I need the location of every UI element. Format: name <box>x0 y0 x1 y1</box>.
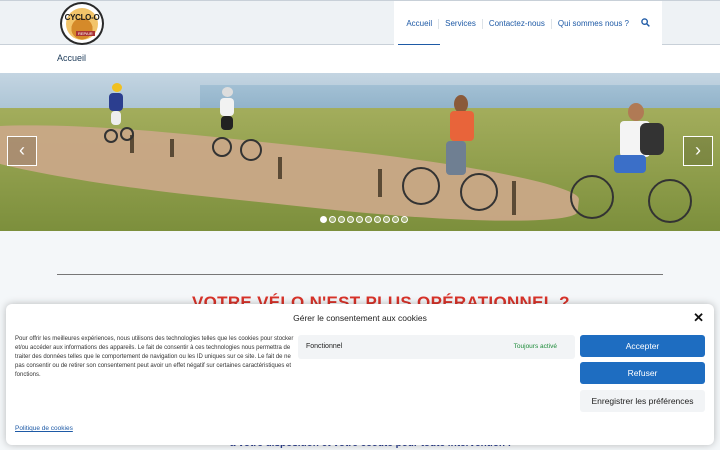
chevron-right-icon: › <box>695 140 701 160</box>
fence-post <box>512 181 516 215</box>
slider-dot[interactable] <box>338 216 345 223</box>
main-nav: Accueil Services Contactez-nous Qui somm… <box>394 1 662 46</box>
slider-dot[interactable] <box>329 216 336 223</box>
slider-dot[interactable] <box>356 216 363 223</box>
hero-slider <box>0 73 720 231</box>
slider-dot[interactable] <box>392 216 399 223</box>
breadcrumb: Accueil <box>57 53 87 63</box>
accept-button[interactable]: Accepter <box>580 335 705 357</box>
cookie-category-functional[interactable]: Fonctionnel Toujours activé <box>298 335 575 359</box>
nav-item-accueil[interactable]: Accueil <box>398 18 440 46</box>
slider-dot[interactable] <box>374 216 381 223</box>
nav-item-about[interactable]: Qui sommes nous ? <box>552 19 635 29</box>
refuse-button[interactable]: Refuser <box>580 362 705 384</box>
cookie-title: Gérer le consentement aux cookies <box>293 313 427 323</box>
close-icon[interactable]: ✕ <box>693 310 704 326</box>
fence-post <box>278 157 282 179</box>
cookie-description: Pour offrir les meilleures expériences, … <box>15 336 294 378</box>
slider-dot[interactable] <box>383 216 390 223</box>
site-logo[interactable]: CYCLO-O REPAIR <box>60 2 104 45</box>
nav-item-services[interactable]: Services <box>439 18 483 29</box>
section-divider <box>57 274 663 275</box>
slider-prev-button[interactable]: ‹ <box>7 136 37 166</box>
fence-post <box>378 169 382 197</box>
site-header: CYCLO-O REPAIR Accueil Services Contacte… <box>0 0 720 46</box>
slider-dot[interactable] <box>365 216 372 223</box>
search-icon[interactable] <box>635 18 656 29</box>
cookie-policy-link[interactable]: Politique de cookies <box>15 425 73 432</box>
slider-dot[interactable] <box>401 216 408 223</box>
nav-item-contact[interactable]: Contactez-nous <box>483 18 552 29</box>
slider-next-button[interactable]: › <box>683 136 713 166</box>
functional-label: Fonctionnel <box>306 343 343 350</box>
cookie-banner: Gérer le consentement aux cookies ✕ Pour… <box>6 304 714 445</box>
slider-dots <box>320 216 408 223</box>
fence-post <box>170 139 174 157</box>
functional-status: Toujours activé <box>513 343 557 350</box>
chevron-left-icon: ‹ <box>19 140 25 160</box>
logo-text: CYCLO-O <box>64 13 100 22</box>
save-preferences-button[interactable]: Enregistrer les préférences <box>580 390 705 412</box>
breadcrumb-band <box>0 45 720 73</box>
logo-sub: REPAIR <box>76 31 95 36</box>
slider-dot[interactable] <box>320 216 327 223</box>
slider-dot[interactable] <box>347 216 354 223</box>
